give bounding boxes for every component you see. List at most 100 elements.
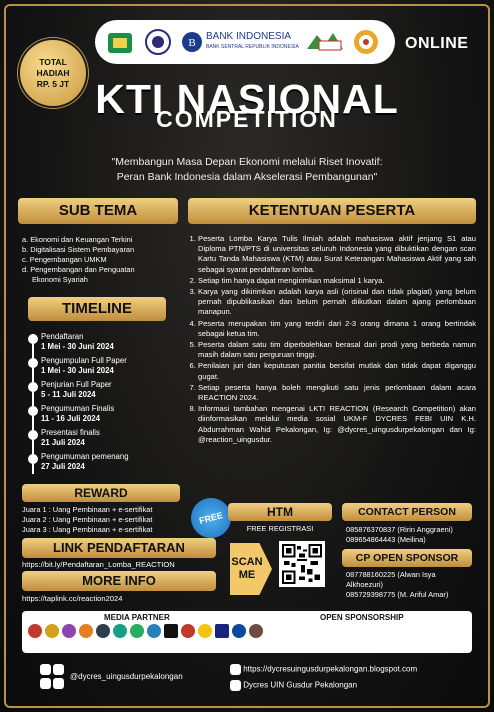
ketentuan-heading: KETENTUAN PESERTA	[188, 198, 476, 224]
list-item: Peserta dalam satu tim diperbolehkan ber…	[198, 340, 476, 360]
bank-indonesia-logo: B BANK INDONESIA BANK SENTRAL REPUBLIK I…	[181, 31, 299, 53]
timeline-item: Pengumuman Finalis 11 - 16 Juli 2024	[28, 404, 114, 424]
list-item: Setiap tim hanya dapat mengirimkan maksi…	[198, 276, 476, 286]
reward-list: Juara 1 : Uang Pembinaan + e-sertifikat …	[22, 505, 192, 535]
page-subtitle: COMPETITION	[156, 106, 338, 132]
partner-logo-icon	[181, 624, 195, 638]
tagline-line-2: Peran Bank Indonesia dalam Akselerasi Pe…	[116, 171, 378, 183]
blog-url: https://dycresuingusdurpekalongan.blogsp…	[243, 664, 418, 674]
list-item: Alkhoezuri)	[346, 580, 383, 589]
timeline-item: Penjurian Full Paper 5 - 11 Juli 2024	[28, 380, 112, 400]
logo-bar: B BANK INDONESIA BANK SENTRAL REPUBLIK I…	[95, 20, 395, 64]
timeline-date: 1 Mei - 30 Juni 2024	[41, 366, 114, 375]
list-item: c. Pengembangan UMKM	[22, 255, 107, 264]
instagram-handle[interactable]: @dycres_uingusdurpekalongan	[70, 672, 183, 681]
list-item: Karya yang dikirimkan adalah karya asli …	[198, 287, 476, 318]
timeline-label: Presentasi finalis	[41, 428, 100, 437]
list-item: 085729398775 (M. Ariful Amar)	[346, 590, 449, 599]
online-label: ONLINE	[405, 35, 469, 52]
facebook-icon[interactable]	[40, 678, 51, 689]
timeline-dot	[28, 406, 38, 416]
sponsor-list: 087788160225 (Alwan Isya Alkhoezuri) 085…	[346, 570, 476, 600]
partner-logo-icon	[113, 624, 127, 638]
list-item: b. Digitalisasi Sistem Pembayaran	[22, 245, 135, 254]
scan-me-arrow: SCAN ME	[230, 543, 272, 595]
qr-code-icon	[282, 544, 322, 584]
timeline-date: 21 Juli 2024	[41, 438, 85, 447]
reaction-logo	[351, 27, 381, 57]
list-item: Setiap peserta hanya boleh mengikuti sat…	[198, 383, 476, 403]
timeline: Pendaftaran 1 Mei - 30 Juni 2024 Pengumpu…	[28, 328, 178, 478]
globe-icon	[230, 664, 241, 675]
prize-label-total: TOTAL	[39, 56, 67, 67]
partner-logo-icon	[28, 624, 42, 638]
blog-link[interactable]: https://dycresuingusdurpekalongan.blogsp…	[230, 664, 417, 675]
tiktok-icon[interactable]	[53, 678, 65, 689]
youtube-icon	[230, 680, 241, 691]
more-info-url[interactable]: https://taplink.cc/reaction2024	[22, 594, 216, 604]
media-partner-logos	[28, 624, 263, 638]
timeline-item: Pendaftaran 1 Mei - 30 Juni 2024	[28, 332, 114, 352]
list-item: Penilaian juri dan keputusan panitia ber…	[198, 361, 476, 381]
timeline-date: 5 - 11 Juli 2024	[41, 390, 96, 399]
timeline-date: 11 - 16 Juli 2024	[41, 414, 100, 423]
youtube-link[interactable]: Dycres UIN Gusdur Pekalongan	[230, 680, 357, 691]
timeline-item: Pengumuman pemenang 27 Juli 2024	[28, 452, 129, 472]
bank-indonesia-sub: BANK SENTRAL REPUBLIK INDONESIA	[206, 44, 299, 50]
list-item: a. Ekonomi dan Keuangan Terkini	[22, 235, 133, 244]
uin-logo	[105, 27, 135, 57]
tagline: "Membangun Masa Depan Ekonomi melalui Ri…	[40, 155, 454, 185]
sub-tema-list: a. Ekonomi dan Keuangan Terkini b. Digit…	[22, 235, 182, 285]
timeline-heading: TIMELINE	[28, 297, 166, 321]
open-sponsorship-label: OPEN SPONSORSHIP	[320, 613, 404, 622]
partner-logo-icon	[45, 624, 59, 638]
me-label: ME	[238, 569, 256, 581]
timeline-dot	[28, 334, 38, 344]
sub-tema-heading: SUB TEMA	[18, 198, 178, 224]
ketentuan-list: Peserta Lomba Karya Tulis Ilmiah adalah …	[188, 234, 476, 446]
more-info-heading: MORE INFO	[22, 571, 216, 591]
timeline-label: Pengumuman Finalis	[41, 404, 115, 413]
link-pendaftaran-heading: LINK PENDAFTARAN	[22, 538, 216, 558]
tagline-line-1: "Membangun Masa Depan Ekonomi melalui Ri…	[111, 156, 383, 168]
x-icon[interactable]	[53, 664, 65, 675]
list-item: Juara 2 : Uang Pembinaan + e-sertifikat	[22, 515, 153, 524]
list-item: 085876370837 (Ririn Anggraeni)	[346, 525, 453, 534]
timeline-date: 27 Juli 2024	[41, 462, 85, 471]
timeline-item: Presentasi finalis 21 Juli 2024	[28, 428, 100, 448]
partner-logo-icon	[147, 624, 161, 638]
youtube-channel: Dycres UIN Gusdur Pekalongan	[243, 680, 358, 690]
partner-logo-icon	[198, 624, 212, 638]
reward-heading: REWARD	[22, 484, 180, 502]
partner-logo-icon	[232, 624, 246, 638]
timeline-date: 1 Mei - 30 Juni 2024	[41, 342, 114, 351]
media-partner-label: MEDIA PARTNER	[104, 613, 170, 622]
svg-text:B: B	[188, 37, 195, 49]
timeline-label: Pengumuman pemenang	[41, 452, 129, 461]
partner-logo-icon	[164, 624, 178, 638]
list-item: Peserta merupakan tim yang terdiri dari …	[198, 319, 476, 339]
timeline-label: Pendaftaran	[41, 332, 84, 341]
bank-indonesia-name: BANK INDONESIA	[206, 31, 292, 42]
contact-heading: CONTACT PERSON	[342, 503, 472, 521]
timeline-label: Pengumpulan Full Paper	[41, 356, 127, 365]
timeline-dot	[28, 358, 38, 368]
partner-logo-icon	[96, 624, 110, 638]
list-item: 087788160225 (Alwan Isya	[346, 570, 436, 579]
partner-logo-icon	[249, 624, 263, 638]
link-pendaftaran-url[interactable]: https://bit.ly/Pendaftaran_Lomba_REACTIO…	[22, 560, 216, 570]
contact-list: 085876370837 (Ririn Anggraeni) 089654864…	[346, 525, 476, 545]
febi-logo	[141, 27, 175, 57]
timeline-item: Pengumpulan Full Paper 1 Mei - 30 Juni 20…	[28, 356, 127, 376]
instagram-icon[interactable]	[40, 664, 51, 675]
sponsor-heading: CP OPEN SPONSOR	[342, 549, 472, 567]
scan-label: SCAN	[231, 556, 263, 568]
timeline-label: Penjurian Full Paper	[41, 380, 112, 389]
social-icons	[40, 664, 65, 675]
qr-code[interactable]	[279, 541, 325, 587]
list-item: Informasi tambahan mengenai LKTI REACTIO…	[198, 404, 476, 445]
list-item: Juara 1 : Uang Pembinaan + e-sertifikat	[22, 505, 153, 514]
list-item: d. Pengembangan dan Penguatan	[22, 265, 135, 274]
timeline-dot	[28, 454, 38, 464]
list-item: Ekonomi Syariah	[32, 275, 88, 284]
